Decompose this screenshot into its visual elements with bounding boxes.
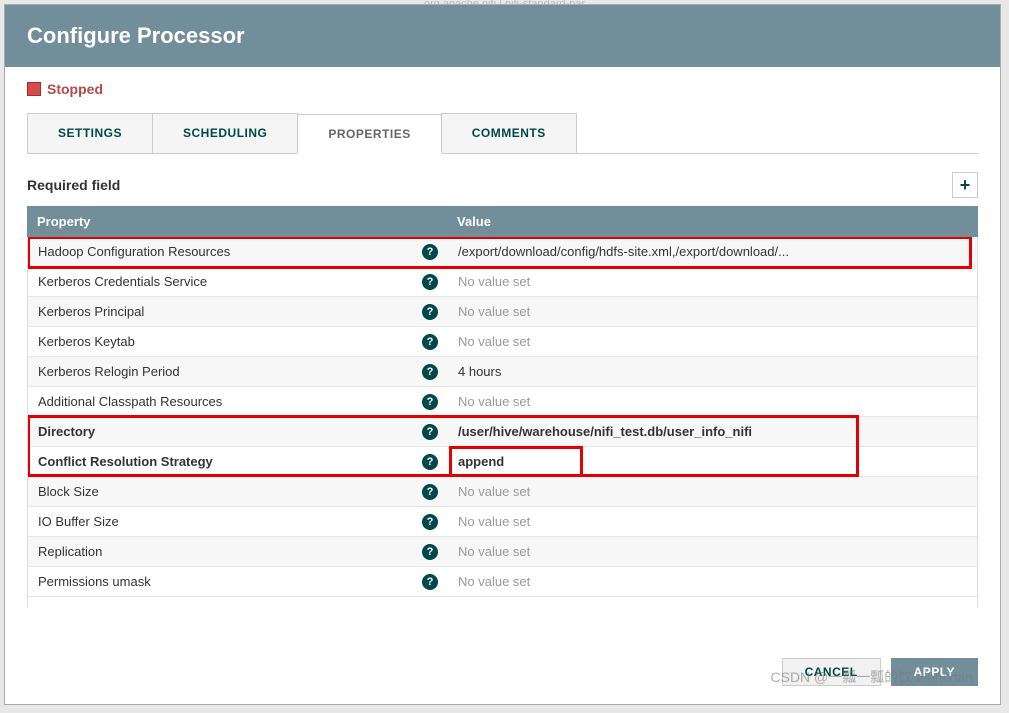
column-value: Value bbox=[447, 206, 978, 237]
table-row[interactable]: Kerberos Credentials Service?No value se… bbox=[28, 267, 977, 297]
property-value-cell[interactable]: No value set bbox=[448, 297, 977, 326]
tab-bar: SETTINGSSCHEDULINGPROPERTIESCOMMENTS bbox=[27, 113, 978, 154]
table-header: Property Value bbox=[27, 206, 978, 237]
table-row[interactable]: Hadoop Configuration Resources?/export/d… bbox=[28, 237, 977, 267]
help-icon[interactable]: ? bbox=[422, 244, 438, 260]
tab-scheduling[interactable]: SCHEDULING bbox=[152, 113, 298, 153]
property-value-cell[interactable]: /export/download/config/hdfs-site.xml,/e… bbox=[448, 237, 977, 266]
dialog-footer: CANCEL APPLY bbox=[5, 640, 1000, 704]
property-name: Permissions umask bbox=[38, 574, 151, 589]
property-name-cell: Kerberos Relogin Period? bbox=[28, 357, 448, 386]
stopped-icon bbox=[27, 82, 41, 96]
property-value-cell[interactable]: No value set bbox=[448, 477, 977, 506]
table-row[interactable]: Permissions umask?No value set bbox=[28, 567, 977, 597]
property-name-cell: Replication? bbox=[28, 537, 448, 566]
property-name-cell: Hadoop Configuration Resources? bbox=[28, 237, 448, 266]
property-value-cell[interactable]: No value set bbox=[448, 537, 977, 566]
property-value-cell[interactable]: No value set bbox=[448, 327, 977, 356]
property-name: Conflict Resolution Strategy bbox=[38, 454, 213, 469]
property-name-cell: IO Buffer Size? bbox=[28, 507, 448, 536]
property-name: Additional Classpath Resources bbox=[38, 394, 222, 409]
property-name-cell: Permissions umask? bbox=[28, 567, 448, 596]
property-value-cell[interactable]: 4 hours bbox=[448, 357, 977, 386]
table-row[interactable]: Kerberos Keytab?No value set bbox=[28, 327, 977, 357]
property-name-cell: Kerberos Credentials Service? bbox=[28, 267, 448, 296]
help-icon[interactable]: ? bbox=[422, 484, 438, 500]
property-name-cell: Conflict Resolution Strategy? bbox=[28, 447, 448, 476]
property-name-cell: Block Size? bbox=[28, 477, 448, 506]
property-value-cell[interactable]: No value set bbox=[448, 387, 977, 416]
property-name: Hadoop Configuration Resources bbox=[38, 244, 230, 259]
help-icon[interactable]: ? bbox=[422, 574, 438, 590]
help-icon[interactable]: ? bbox=[422, 364, 438, 380]
property-name-cell: Additional Classpath Resources? bbox=[28, 387, 448, 416]
column-property: Property bbox=[27, 206, 447, 237]
table-row[interactable]: Directory?/user/hive/warehouse/nifi_test… bbox=[28, 417, 977, 447]
table-row[interactable]: Kerberos Relogin Period?4 hours bbox=[28, 357, 977, 387]
help-icon[interactable]: ? bbox=[422, 394, 438, 410]
table-row[interactable]: Kerberos Principal?No value set bbox=[28, 297, 977, 327]
help-icon[interactable]: ? bbox=[422, 334, 438, 350]
table-row[interactable]: Block Size?No value set bbox=[28, 477, 977, 507]
property-name: Directory bbox=[38, 424, 95, 439]
property-name-cell: Kerberos Principal? bbox=[28, 297, 448, 326]
help-icon[interactable]: ? bbox=[422, 544, 438, 560]
property-value-cell[interactable]: append bbox=[448, 447, 977, 476]
property-name: Kerberos Relogin Period bbox=[38, 364, 180, 379]
property-value-cell[interactable]: No value set bbox=[448, 507, 977, 536]
property-name-cell: Kerberos Keytab? bbox=[28, 327, 448, 356]
property-name: Kerberos Credentials Service bbox=[38, 274, 207, 289]
help-icon[interactable]: ? bbox=[422, 274, 438, 290]
required-row: Required field + bbox=[27, 172, 978, 198]
configure-processor-dialog: Configure Processor Stopped SETTINGSSCHE… bbox=[4, 4, 1001, 705]
tab-comments[interactable]: COMMENTS bbox=[441, 113, 577, 153]
property-name: Kerberos Principal bbox=[38, 304, 144, 319]
property-name: Replication bbox=[38, 544, 102, 559]
property-value-cell[interactable]: No value set bbox=[448, 567, 977, 596]
property-name: Block Size bbox=[38, 484, 99, 499]
help-icon[interactable]: ? bbox=[422, 304, 438, 320]
table-body[interactable]: Hadoop Configuration Resources?/export/d… bbox=[27, 237, 978, 607]
property-name: IO Buffer Size bbox=[38, 514, 119, 529]
table-row[interactable]: IO Buffer Size?No value set bbox=[28, 507, 977, 537]
tab-properties[interactable]: PROPERTIES bbox=[297, 114, 441, 154]
required-field-label: Required field bbox=[27, 177, 120, 193]
help-icon[interactable]: ? bbox=[422, 454, 438, 470]
dialog-header: Configure Processor bbox=[5, 5, 1000, 67]
property-value-cell[interactable]: No value set bbox=[448, 267, 977, 296]
properties-table: Property Value Hadoop Configuration Reso… bbox=[27, 206, 978, 640]
dialog-content: Stopped SETTINGSSCHEDULINGPROPERTIESCOMM… bbox=[5, 67, 1000, 640]
property-name-cell: Directory? bbox=[28, 417, 448, 446]
tab-settings[interactable]: SETTINGS bbox=[27, 113, 153, 153]
table-row[interactable]: Additional Classpath Resources?No value … bbox=[28, 387, 977, 417]
table-row[interactable]: Replication?No value set bbox=[28, 537, 977, 567]
cancel-button[interactable]: CANCEL bbox=[782, 658, 881, 686]
status-label: Stopped bbox=[47, 81, 103, 97]
help-icon[interactable]: ? bbox=[422, 424, 438, 440]
property-value-cell[interactable]: /user/hive/warehouse/nifi_test.db/user_i… bbox=[448, 417, 977, 446]
processor-status: Stopped bbox=[27, 81, 978, 97]
help-icon[interactable]: ? bbox=[422, 514, 438, 530]
property-name: Kerberos Keytab bbox=[38, 334, 135, 349]
table-row[interactable]: Conflict Resolution Strategy?append bbox=[28, 447, 977, 477]
apply-button[interactable]: APPLY bbox=[891, 658, 978, 686]
add-property-button[interactable]: + bbox=[952, 172, 978, 198]
dialog-title: Configure Processor bbox=[27, 23, 245, 48]
